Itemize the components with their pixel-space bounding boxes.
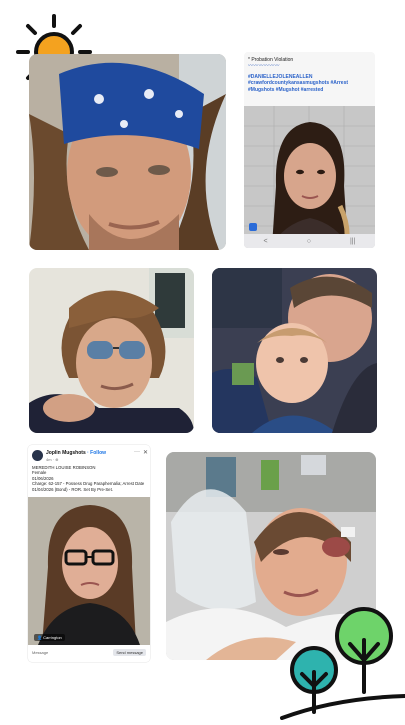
post-line-charge: Charge: 62-157 - Possess Drug Parapherna…: [32, 481, 145, 492]
post-caption: * Probation Violation 〰〰〰〰〰〰 #DANIELLEJO…: [248, 57, 372, 93]
page-avatar[interactable]: [32, 450, 43, 461]
close-icon[interactable]: ✕: [143, 449, 148, 456]
page-name[interactable]: Joplin Mugshots · Follow: [46, 450, 106, 456]
page-name-label[interactable]: Joplin Mugshots: [46, 450, 86, 456]
home-icon[interactable]: ○: [307, 238, 311, 245]
post-body: MEREDITH LOUISE ROBINSON Female 01/06/20…: [32, 465, 148, 492]
post-time: 4m · ⊕: [46, 457, 59, 462]
image-tag[interactable]: 👤 Carrington: [34, 634, 65, 641]
phone-nav-bar: < ○ |||: [244, 234, 375, 248]
photo-man-and-child: [212, 268, 377, 433]
recents-icon[interactable]: |||: [350, 238, 355, 245]
reaction-icon[interactable]: [249, 223, 257, 231]
trees-logo-icon: [276, 600, 405, 720]
follow-link[interactable]: · Follow: [87, 450, 106, 456]
mugshot-photo-woman: [244, 106, 375, 248]
message-label[interactable]: Message: [32, 650, 48, 655]
facebook-post-screenshot: Joplin Mugshots · Follow 4m · ⊕ ··· ✕ ME…: [28, 445, 150, 662]
post-footer: Message Send message: [32, 649, 146, 657]
mugshot-photo-glasses: [28, 497, 150, 645]
caption-hashtags[interactable]: #DANIELLEJOLENEALLEN #crawfordcountykans…: [248, 74, 372, 93]
more-options-icon[interactable]: ···: [134, 449, 140, 455]
social-post-screenshot: * Probation Violation 〰〰〰〰〰〰 #DANIELLEJO…: [244, 52, 375, 248]
post-header: Joplin Mugshots · Follow 4m · ⊕ ··· ✕: [32, 449, 148, 464]
photo-man-bandana: [29, 54, 226, 250]
send-message-button[interactable]: Send message: [113, 649, 146, 656]
photo-man-sunglasses: [29, 268, 194, 433]
back-icon[interactable]: <: [264, 238, 268, 245]
